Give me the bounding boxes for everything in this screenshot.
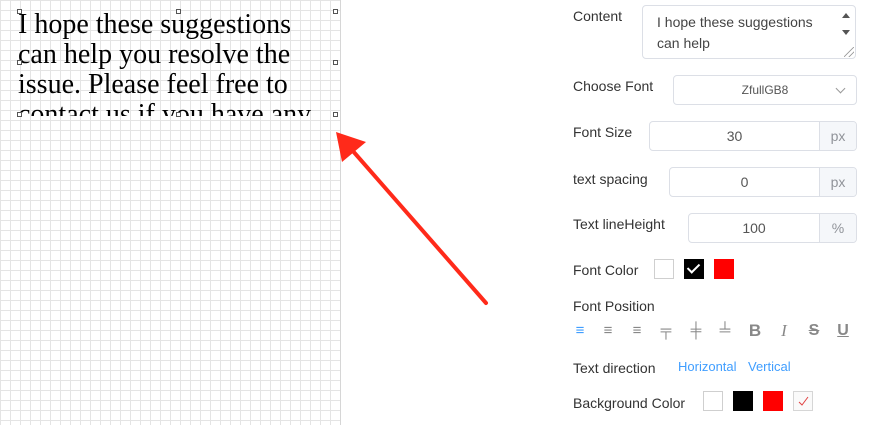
resize-handle-top[interactable] <box>176 9 181 14</box>
background-color-label: Background Color <box>573 395 686 411</box>
text-direction-label: Text direction <box>573 360 656 376</box>
font-size-label: Font Size <box>573 124 633 140</box>
direction-vertical-link[interactable]: Vertical <box>748 359 791 374</box>
bold-icon[interactable]: B <box>748 322 762 340</box>
scroll-down-icon[interactable] <box>842 30 850 35</box>
transparent-check-icon <box>798 396 809 406</box>
font-size-value: 30 <box>726 128 743 144</box>
background-black-swatch[interactable] <box>733 391 753 411</box>
scroll-up-icon[interactable] <box>842 13 850 18</box>
font-size-input[interactable]: 30 px <box>649 121 857 151</box>
resize-grip-icon[interactable] <box>844 47 854 57</box>
line-height-value: 100 <box>742 220 766 236</box>
chevron-down-icon <box>835 83 846 94</box>
design-canvas[interactable]: I hope these suggestions can help you re… <box>0 0 341 425</box>
canvas-text-line: can help you resolve the <box>18 39 291 70</box>
choose-font-label: Choose Font <box>573 78 654 94</box>
font-color-black-swatch[interactable] <box>684 259 704 279</box>
content-label: Content <box>573 8 623 24</box>
font-color-white-swatch[interactable] <box>654 259 674 279</box>
background-white-swatch[interactable] <box>703 391 723 411</box>
resize-handle-top-left[interactable] <box>17 9 22 14</box>
canvas-text-element[interactable]: I hope these suggestions can help you re… <box>18 10 336 116</box>
font-color-label: Font Color <box>573 262 639 278</box>
resize-handle-bottom-left[interactable] <box>17 112 22 117</box>
line-height-unit: % <box>819 214 856 242</box>
align-left-icon[interactable]: ≡ <box>573 322 587 340</box>
properties-panel: Content I hope these suggestions can hel… <box>556 0 870 425</box>
background-transparent-swatch[interactable] <box>793 391 813 411</box>
underline-icon[interactable]: U <box>836 322 850 340</box>
text-spacing-input[interactable]: 0 px <box>669 167 857 197</box>
resize-handle-top-right[interactable] <box>333 9 338 14</box>
align-middle-icon[interactable]: ╪ <box>689 322 703 340</box>
line-height-label: Text lineHeight <box>573 216 665 232</box>
font-position-label: Font Position <box>573 298 655 314</box>
font-select[interactable]: ZfullGB8 <box>673 75 857 105</box>
align-center-icon[interactable]: ≡ <box>601 322 615 340</box>
canvas-text-line: issue. Please feel free to <box>18 69 288 100</box>
text-spacing-value: 0 <box>740 174 749 190</box>
font-color-red-swatch[interactable] <box>714 259 734 279</box>
content-textarea-value: I hope these suggestions can help <box>657 14 813 51</box>
resize-handle-right[interactable] <box>333 60 338 65</box>
background-red-swatch[interactable] <box>763 391 783 411</box>
font-select-value: ZfullGB8 <box>741 83 789 97</box>
resize-handle-left[interactable] <box>17 60 22 65</box>
align-top-icon[interactable]: ╤ <box>659 322 673 340</box>
text-spacing-unit: px <box>819 168 856 196</box>
align-right-icon[interactable]: ≡ <box>630 322 644 340</box>
font-size-unit: px <box>819 122 856 150</box>
align-bottom-icon[interactable]: ╧ <box>718 322 732 340</box>
check-icon <box>686 260 701 274</box>
italic-icon[interactable]: I <box>777 322 791 340</box>
content-textarea[interactable]: I hope these suggestions can help <box>642 5 856 59</box>
resize-handle-bottom-right[interactable] <box>333 112 338 117</box>
line-height-input[interactable]: 100 % <box>688 213 857 243</box>
resize-handle-bottom[interactable] <box>176 112 181 117</box>
text-spacing-label: text spacing <box>573 171 648 187</box>
canvas-text-line: I hope these suggestions <box>18 10 291 40</box>
direction-horizontal-link[interactable]: Horizontal <box>678 359 737 374</box>
strikethrough-icon[interactable]: S <box>807 322 821 340</box>
editor-root: I hope these suggestions can help you re… <box>0 0 870 425</box>
